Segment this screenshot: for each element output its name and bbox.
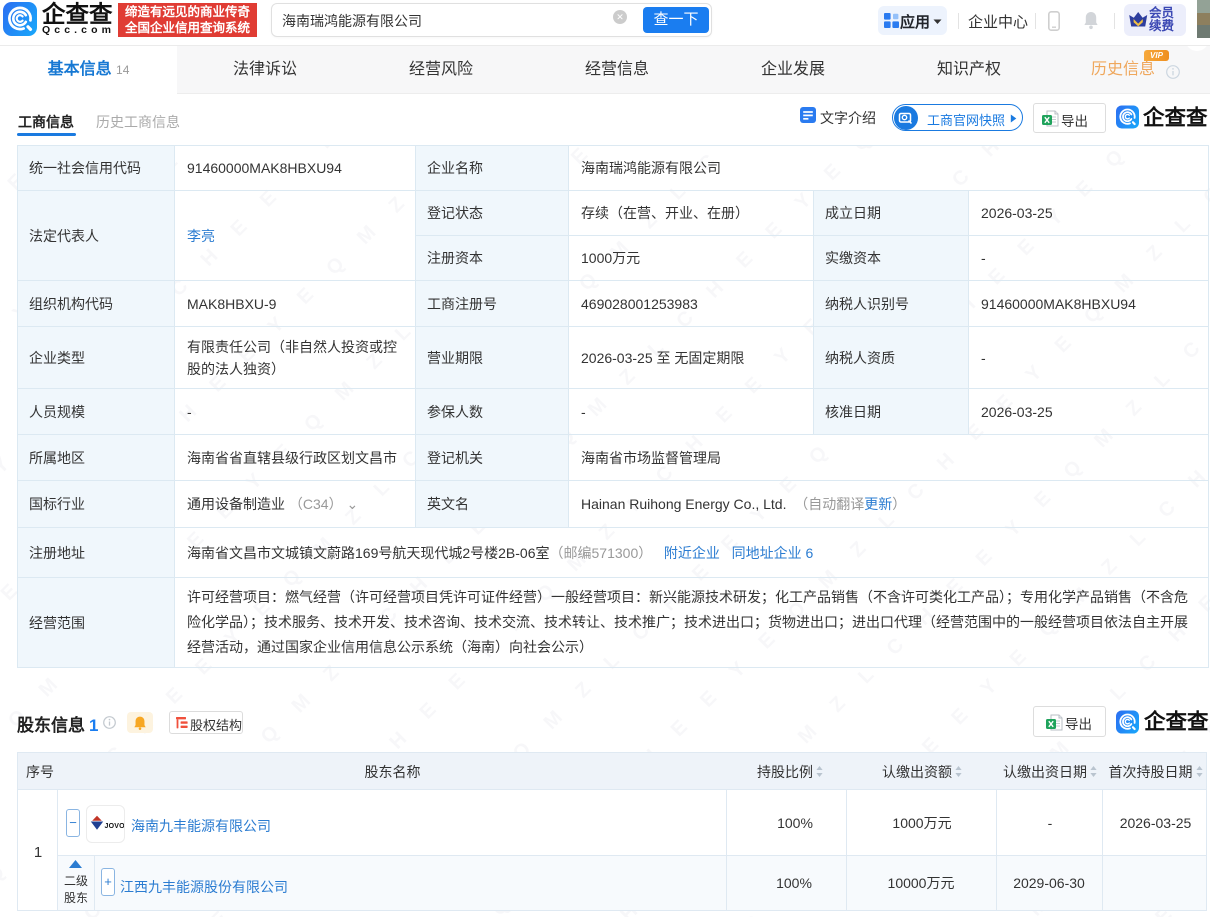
svg-text:JOVO: JOVO	[105, 823, 125, 830]
